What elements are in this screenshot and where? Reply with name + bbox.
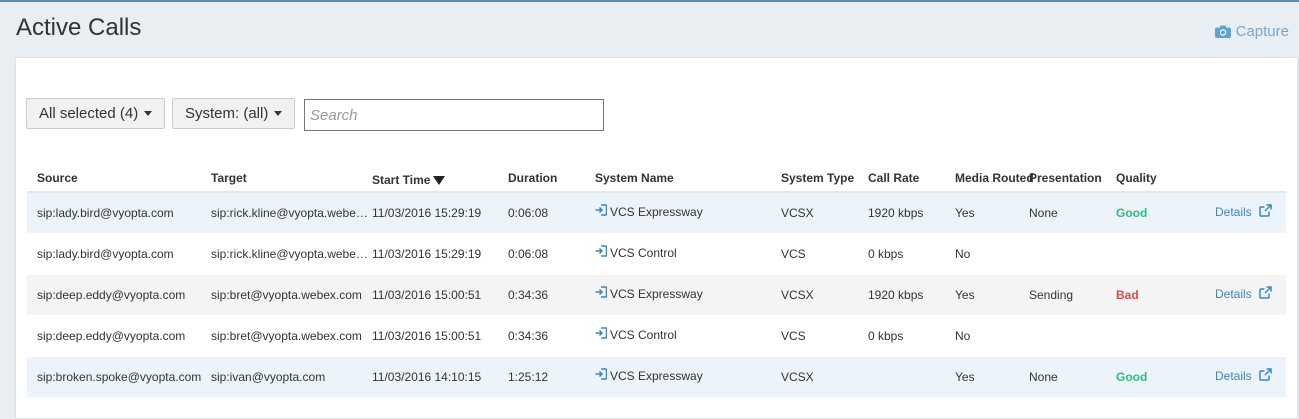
system-type-cell: VCS xyxy=(781,329,806,343)
top-border xyxy=(0,0,1299,2)
system-name-cell: VCS Expressway xyxy=(595,286,703,301)
system-filter-label: System: (all) xyxy=(185,105,269,122)
details-link[interactable]: Details xyxy=(1215,204,1272,220)
system-name-cell: VCS Expressway xyxy=(595,368,703,383)
active-calls-table: Source Target Start Time Duration System… xyxy=(27,161,1286,398)
duration-cell: 1:25:12 xyxy=(508,370,549,384)
duration-cell: 0:34:36 xyxy=(508,288,549,302)
media-routed-cell: Yes xyxy=(955,288,975,302)
target-cell: sip:bret@vyopta.webex.com xyxy=(211,329,362,343)
start-time-cell: 11/03/2016 15:00:51 xyxy=(372,329,482,343)
column-header-start-time[interactable]: Start Time xyxy=(372,173,446,187)
sign-in-icon xyxy=(595,245,608,260)
source-cell: sip:deep.eddy@vyopta.com xyxy=(37,288,186,302)
start-time-cell: 11/03/2016 15:00:51 xyxy=(372,288,482,302)
system-name-cell: VCS Control xyxy=(595,245,677,260)
table-row[interactable]: sip:lady.bird@vyopta.com sip:rick.kline@… xyxy=(27,193,1286,234)
column-header-duration[interactable]: Duration xyxy=(508,171,557,185)
target-cell: sip:rick.kline@vyopta.webex.c... xyxy=(211,206,372,220)
participants-filter-dropdown[interactable]: All selected (4) xyxy=(26,98,166,129)
call-rate-cell: 0 kbps xyxy=(868,329,904,343)
system-filter-dropdown[interactable]: System: (all) xyxy=(172,98,296,129)
column-header-call-rate[interactable]: Call Rate xyxy=(868,171,919,185)
column-header-target[interactable]: Target xyxy=(211,171,247,185)
source-cell: sip:lady.bird@vyopta.com xyxy=(37,206,174,220)
external-link-icon xyxy=(1258,368,1272,384)
quality-cell: Bad xyxy=(1116,288,1139,302)
call-rate-cell: 1920 kbps xyxy=(868,206,924,220)
column-header-quality[interactable]: Quality xyxy=(1116,171,1157,185)
start-time-cell: 11/03/2016 15:29:19 xyxy=(372,247,482,261)
sign-in-icon xyxy=(595,286,608,301)
table-row[interactable]: sip:deep.eddy@vyopta.com sip:bret@vyopta… xyxy=(27,275,1286,316)
table-row[interactable]: sip:broken.spoke@vyopta.com sip:ivan@vyo… xyxy=(27,357,1286,398)
system-type-cell: VCS xyxy=(781,247,806,261)
participants-filter-label: All selected (4) xyxy=(39,105,139,122)
page-title: Active Calls xyxy=(16,14,142,41)
start-time-cell: 11/03/2016 15:29:19 xyxy=(372,206,482,220)
caret-down-icon xyxy=(144,111,153,116)
external-link-icon xyxy=(1258,286,1272,302)
source-cell: sip:lady.bird@vyopta.com xyxy=(37,247,174,261)
duration-cell: 0:06:08 xyxy=(508,206,549,220)
presentation-cell: None xyxy=(1029,370,1058,384)
presentation-cell: None xyxy=(1029,206,1058,220)
camera-icon xyxy=(1214,25,1231,38)
system-type-cell: VCSX xyxy=(781,370,814,384)
sign-in-icon xyxy=(595,327,608,342)
duration-cell: 0:06:08 xyxy=(508,247,549,261)
source-cell: sip:broken.spoke@vyopta.com xyxy=(37,370,202,384)
caret-down-icon xyxy=(274,111,283,116)
search-input[interactable] xyxy=(304,99,604,131)
details-link[interactable]: Details xyxy=(1215,368,1272,384)
external-link-icon xyxy=(1258,204,1272,220)
media-routed-cell: Yes xyxy=(955,206,975,220)
duration-cell: 0:34:36 xyxy=(508,329,549,343)
sign-in-icon xyxy=(595,204,608,219)
call-rate-cell: 1920 kbps xyxy=(868,288,924,302)
target-cell: sip:rick.kline@vyopta.webex.c... xyxy=(211,247,372,261)
start-time-cell: 11/03/2016 14:10:15 xyxy=(372,370,482,384)
column-header-presentation[interactable]: Presentation xyxy=(1029,171,1102,185)
capture-label: Capture xyxy=(1235,23,1289,40)
system-type-cell: VCSX xyxy=(781,206,814,220)
target-cell: sip:bret@vyopta.webex.com xyxy=(211,288,362,302)
table-row[interactable]: sip:deep.eddy@vyopta.com sip:bret@vyopta… xyxy=(27,316,1286,357)
system-name-cell: VCS Expressway xyxy=(595,204,703,219)
column-header-source[interactable]: Source xyxy=(37,171,78,185)
quality-cell: Good xyxy=(1116,206,1148,220)
column-header-system-type[interactable]: System Type xyxy=(781,171,854,185)
capture-button[interactable]: Capture xyxy=(1214,23,1289,40)
source-cell: sip:deep.eddy@vyopta.com xyxy=(37,329,186,343)
presentation-cell: Sending xyxy=(1029,288,1074,302)
quality-cell: Good xyxy=(1116,370,1148,384)
details-link[interactable]: Details xyxy=(1215,286,1272,302)
table-row[interactable]: sip:lady.bird@vyopta.com sip:rick.kline@… xyxy=(27,234,1286,275)
calls-panel: All selected (4) System: (all) Source Ta… xyxy=(15,57,1298,419)
media-routed-cell: No xyxy=(955,329,971,343)
sign-in-icon xyxy=(595,368,608,383)
target-cell: sip:ivan@vyopta.com xyxy=(211,370,326,384)
table-header: Source Target Start Time Duration System… xyxy=(27,161,1286,193)
system-name-cell: VCS Control xyxy=(595,327,677,342)
media-routed-cell: Yes xyxy=(955,370,975,384)
column-header-media-routed[interactable]: Media Routed xyxy=(955,171,1034,185)
call-rate-cell: 0 kbps xyxy=(868,247,904,261)
system-type-cell: VCSX xyxy=(781,288,814,302)
media-routed-cell: No xyxy=(955,247,971,261)
column-header-system-name[interactable]: System Name xyxy=(595,171,674,185)
sort-desc-icon xyxy=(433,175,446,185)
